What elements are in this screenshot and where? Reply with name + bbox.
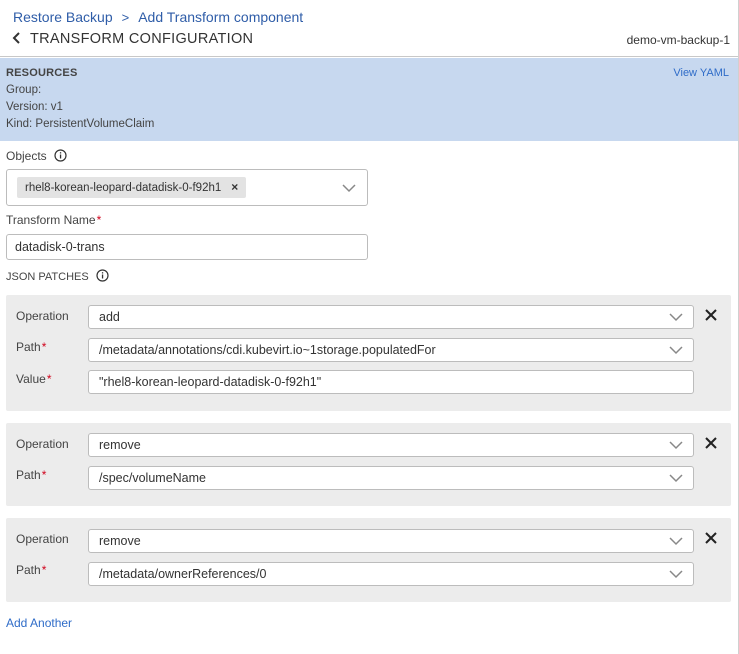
operation-select[interactable]: add: [88, 305, 694, 329]
add-another-link[interactable]: Add Another: [6, 616, 72, 630]
patch-panel-3: Operation remove Path* /metadata/ownerRe…: [6, 518, 731, 602]
path-select[interactable]: /metadata/annotations/cdi.kubevirt.io~1s…: [88, 338, 694, 362]
operation-value: remove: [99, 534, 141, 548]
json-patches-label: JSON PATCHES: [6, 269, 109, 283]
chevron-down-icon[interactable]: [669, 313, 683, 322]
json-patches-label-text: JSON PATCHES: [6, 271, 89, 283]
chip-remove-icon[interactable]: ×: [231, 177, 238, 198]
resource-version: Version: v1: [6, 101, 63, 113]
value-label: Value*: [16, 372, 52, 386]
path-value: /metadata/annotations/cdi.kubevirt.io~1s…: [99, 343, 436, 357]
object-chip-label: rhel8-korean-leopard-datadisk-0-f92h1: [25, 182, 222, 194]
path-value: /metadata/ownerReferences/0: [99, 567, 267, 581]
resources-title: RESOURCES: [6, 67, 78, 79]
page-header: Restore Backup > Add Transform component T…: [0, 0, 738, 57]
page-title: TRANSFORM CONFIGURATION: [30, 31, 254, 47]
patch-panel-2: Operation remove Path* /spec/volumeName: [6, 423, 731, 506]
object-chip: rhel8-korean-leopard-datadisk-0-f92h1 ×: [17, 177, 247, 198]
close-icon[interactable]: [705, 309, 717, 321]
path-value: /spec/volumeName: [99, 471, 206, 485]
chevron-left-icon[interactable]: [11, 31, 23, 45]
info-icon[interactable]: [54, 149, 67, 162]
breadcrumb: Restore Backup > Add Transform component: [13, 9, 303, 25]
info-icon[interactable]: [96, 269, 109, 282]
operation-value: add: [99, 310, 120, 324]
breadcrumb-restore-backup[interactable]: Restore Backup: [13, 9, 113, 25]
path-select[interactable]: /metadata/ownerReferences/0: [88, 562, 694, 586]
backup-name: demo-vm-backup-1: [626, 33, 730, 47]
chevron-down-icon[interactable]: [669, 537, 683, 546]
path-label: Path*: [16, 563, 47, 577]
chevron-down-icon[interactable]: [669, 346, 683, 355]
required-marker: *: [96, 213, 102, 227]
patch-panel-1: Operation add Path* /metadata/annotation…: [6, 295, 731, 411]
transform-name-label: Transform Name*: [6, 213, 101, 227]
value-input[interactable]: "rhel8-korean-leopard-datadisk-0-f92h1": [88, 370, 694, 394]
chevron-down-icon[interactable]: [342, 184, 356, 193]
transform-name-label-text: Transform Name: [6, 213, 96, 227]
transform-name-input[interactable]: datadisk-0-trans: [6, 234, 368, 260]
objects-label-text: Objects: [6, 149, 47, 163]
chevron-down-icon[interactable]: [669, 570, 683, 579]
resources-panel: RESOURCES Group: Version: v1 Kind: Persi…: [0, 58, 738, 141]
view-yaml-link[interactable]: View YAML: [673, 67, 729, 79]
operation-select[interactable]: remove: [88, 433, 694, 457]
chevron-down-icon[interactable]: [669, 441, 683, 450]
path-label: Path*: [16, 468, 47, 482]
operation-value: remove: [99, 438, 141, 452]
operation-label: Operation: [16, 532, 69, 546]
path-select[interactable]: /spec/volumeName: [88, 466, 694, 490]
objects-label: Objects: [6, 149, 67, 163]
close-icon[interactable]: [705, 532, 717, 544]
path-label: Path*: [16, 340, 47, 354]
resource-kind: Kind: PersistentVolumeClaim: [6, 118, 155, 130]
operation-label: Operation: [16, 437, 69, 451]
chevron-down-icon[interactable]: [669, 474, 683, 483]
close-icon[interactable]: [705, 437, 717, 449]
operation-select[interactable]: remove: [88, 529, 694, 553]
breadcrumb-current: Add Transform component: [138, 9, 304, 25]
operation-label: Operation: [16, 309, 69, 323]
resource-group: Group:: [6, 84, 42, 96]
objects-select[interactable]: rhel8-korean-leopard-datadisk-0-f92h1 ×: [6, 169, 368, 206]
breadcrumb-separator: >: [121, 10, 130, 25]
